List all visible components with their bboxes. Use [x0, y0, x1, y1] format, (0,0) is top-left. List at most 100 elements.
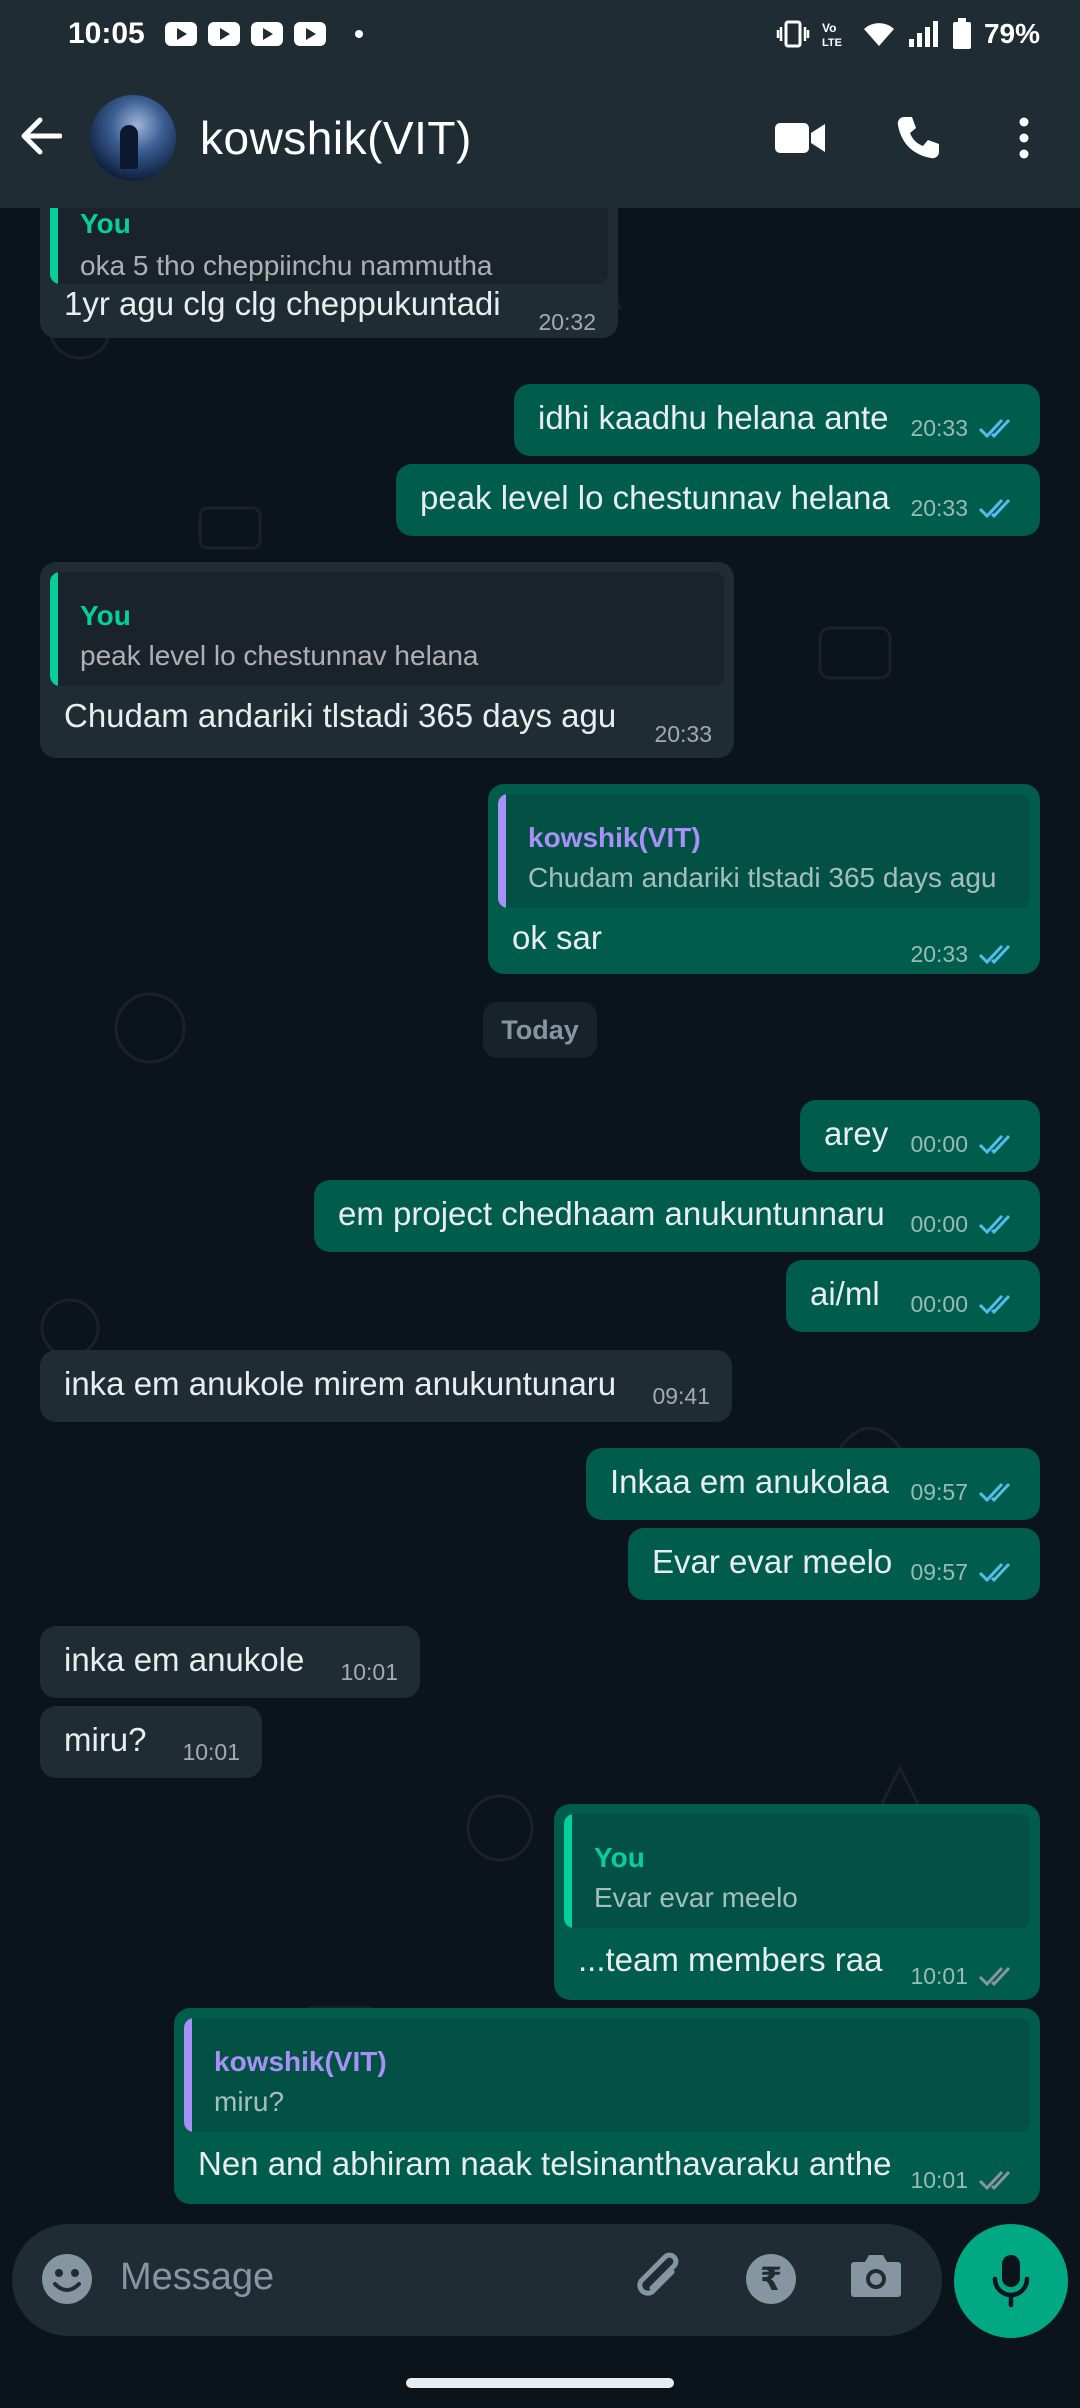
incoming-message[interactable]: inka em anukole 10:01: [40, 1626, 420, 1698]
message-text: Inkaa em anukolaa: [610, 1463, 889, 1500]
camera-icon[interactable]: [850, 2252, 902, 2298]
quoted-message[interactable]: You peak level lo chestunnav helana: [50, 572, 724, 686]
incoming-message[interactable]: miru? 10:01: [40, 1706, 262, 1778]
message-meta: 00:00: [910, 1202, 1018, 1246]
microphone-icon: [992, 2255, 1030, 2308]
message-time: 20:33: [910, 415, 968, 441]
message-placeholder: Message: [120, 2256, 275, 2298]
contact-name[interactable]: kowshik(VIT): [200, 111, 472, 165]
voice-call-button[interactable]: [868, 88, 968, 188]
youtube-notification-icon: [164, 22, 197, 46]
quote-text: miru?: [214, 2086, 285, 2117]
outgoing-message[interactable]: kowshik(VIT) miru? Nen and abhiram naak …: [174, 2008, 1040, 2204]
message-meta: 20:33: [910, 932, 1018, 976]
message-meta: 10:01: [910, 1954, 1018, 1998]
outgoing-message[interactable]: arey 00:00: [800, 1100, 1040, 1172]
message-text: 1yr agu clg clg cheppukuntadi: [64, 285, 501, 322]
read-receipt-icon: [978, 498, 1011, 519]
message-time: 10:01: [340, 1659, 398, 1685]
message-time: 09:57: [910, 1479, 968, 1505]
svg-text:Vo: Vo: [822, 21, 836, 35]
delivered-receipt-icon: [978, 1966, 1011, 1987]
incoming-message[interactable]: inka em anukole mirem anukuntunaru 09:41: [40, 1350, 732, 1422]
outgoing-message[interactable]: em project chedhaam anukuntunnaru 00:00: [314, 1180, 1040, 1252]
message-time: 20:33: [654, 721, 712, 747]
volte-icon: Vo LTE: [822, 21, 842, 49]
vibrate-icon: [776, 20, 810, 48]
message-text: inka em anukole: [64, 1641, 305, 1678]
message-time: 00:00: [910, 1291, 968, 1317]
svg-text:₹: ₹: [760, 2260, 782, 2298]
read-receipt-icon: [978, 1134, 1011, 1155]
outgoing-message[interactable]: kowshik(VIT) Chudam andariki tlstadi 365…: [488, 784, 1040, 974]
message-list[interactable]: You oka 5 tho cheppiinchu nammutha 1yr a…: [0, 208, 1080, 2216]
message-time: 20:32: [538, 309, 596, 335]
status-bar: 10:05 Vo LTE 79%: [0, 0, 1080, 68]
message-time: 20:33: [910, 941, 968, 967]
quoted-message[interactable]: You Evar evar meelo: [564, 1814, 1030, 1928]
quoted-message[interactable]: You oka 5 tho cheppiinchu nammutha: [50, 208, 608, 284]
video-call-button[interactable]: [750, 88, 850, 188]
youtube-notification-icon: [207, 22, 240, 46]
quote-author: You: [80, 600, 131, 631]
message-text: peak level lo chestunnav helana: [420, 479, 890, 516]
home-indicator[interactable]: [406, 2378, 674, 2388]
voice-message-button[interactable]: [954, 2224, 1068, 2338]
incoming-message[interactable]: You oka 5 tho cheppiinchu nammutha 1yr a…: [40, 208, 618, 338]
message-text: Evar evar meelo: [652, 1543, 893, 1580]
message-meta: 10:01: [910, 2158, 1018, 2202]
message-meta: 09:57: [910, 1550, 1018, 1594]
message-text: ok sar: [512, 919, 602, 956]
message-text: Nen and abhiram naak telsinanthavaraku a…: [198, 2145, 892, 2182]
read-receipt-icon: [978, 418, 1011, 439]
battery-icon: [952, 18, 971, 49]
youtube-notification-icon: [250, 22, 283, 46]
message-input[interactable]: Message ₹: [12, 2224, 942, 2336]
message-text: arey: [824, 1115, 889, 1152]
read-receipt-icon: [978, 944, 1011, 965]
message-text: idhi kaadhu helana ante: [538, 399, 889, 436]
read-receipt-icon: [978, 1562, 1011, 1583]
kebab-menu-icon: [1019, 117, 1029, 159]
message-meta: 20:33: [910, 406, 1018, 450]
quote-text: Evar evar meelo: [594, 1882, 798, 1913]
emoji-icon[interactable]: [40, 2252, 94, 2306]
message-time: 10:01: [910, 2167, 968, 2193]
rupee-payment-icon[interactable]: ₹: [744, 2252, 798, 2306]
message-meta: 20:33: [654, 712, 712, 756]
message-text: ...team members raa: [578, 1941, 883, 1978]
battery-percentage: 79%: [983, 18, 1040, 49]
message-meta: 09:41: [652, 1374, 710, 1418]
contact-avatar[interactable]: [90, 95, 176, 181]
message-text: em project chedhaam anukuntunnaru: [338, 1195, 885, 1232]
incoming-message[interactable]: You peak level lo chestunnav helana Chud…: [40, 562, 734, 758]
message-time: 10:01: [910, 1963, 968, 1989]
paperclip-icon[interactable]: [632, 2250, 688, 2308]
quote-text: peak level lo chestunnav helana: [80, 640, 479, 671]
phone-icon: [897, 117, 939, 159]
status-icons: Vo LTE 79%: [776, 18, 1040, 50]
message-meta: 10:01: [182, 1730, 240, 1774]
outgoing-message[interactable]: idhi kaadhu helana ante 20:33: [514, 384, 1040, 456]
outgoing-message[interactable]: Inkaa em anukolaa 09:57: [586, 1448, 1040, 1520]
back-button[interactable]: [18, 116, 63, 161]
outgoing-message[interactable]: You Evar evar meelo ...team members raa …: [554, 1804, 1040, 2000]
wifi-icon: [863, 23, 894, 46]
outgoing-message[interactable]: Evar evar meelo 09:57: [628, 1528, 1040, 1600]
status-time: 10:05: [68, 17, 145, 50]
quoted-message[interactable]: kowshik(VIT) Chudam andariki tlstadi 365…: [498, 794, 1030, 908]
more-options-button[interactable]: [974, 88, 1074, 188]
outgoing-message[interactable]: ai/ml 00:00: [786, 1260, 1040, 1332]
signal-icon: [908, 21, 938, 47]
arrow-left-icon: [21, 117, 63, 154]
message-time: 10:01: [182, 1739, 240, 1765]
quote-text: Chudam andariki tlstadi 365 days agu: [528, 862, 997, 893]
quoted-message[interactable]: kowshik(VIT) miru?: [184, 2018, 1030, 2132]
message-time: 09:41: [652, 1383, 710, 1409]
quote-author: kowshik(VIT): [528, 822, 701, 853]
svg-text:LTE: LTE: [822, 37, 842, 49]
message-meta: 20:32: [538, 300, 596, 344]
quote-author: You: [80, 208, 131, 239]
outgoing-message[interactable]: peak level lo chestunnav helana 20:33: [396, 464, 1040, 536]
message-time: 09:57: [910, 1559, 968, 1585]
